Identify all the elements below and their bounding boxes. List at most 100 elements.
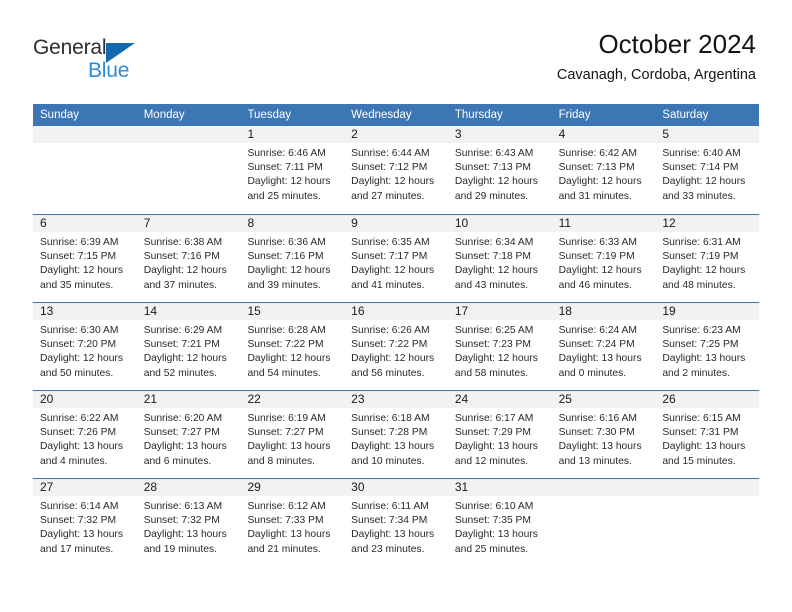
calendar-weeks: 1 Sunrise: 6:46 AM Sunset: 7:11 PM Daylight… [33, 126, 760, 566]
day-number: 1 [240, 126, 345, 143]
calendar-day-cell[interactable]: 12 Sunrise: 6:31 AM Sunset: 7:19 PM Dayligh… [655, 215, 760, 302]
calendar-page: General Blue October 2024 Cavanagh, Cord… [0, 0, 792, 612]
sunrise-text: Sunrise: 6:17 AM [454, 413, 534, 424]
daylight-text: Daylight: 13 hours and 17 minutes. [40, 529, 123, 555]
weekday-header-saturday: Saturday [662, 109, 709, 121]
day-sun-info: Sunrise: 6:16 AM Sunset: 7:30 PM Daylight:… [552, 408, 656, 469]
calendar-day-cell[interactable]: 4 Sunrise: 6:42 AM Sunset: 7:13 PM Daylight… [551, 126, 656, 214]
daylight-text: Daylight: 13 hours and 6 minutes. [143, 441, 227, 467]
daylight-text: Daylight: 12 hours and 35 minutes. [40, 265, 123, 291]
sunrise-text: Sunrise: 6:22 AM [40, 413, 119, 424]
weekday-header-tuesday: Tuesday [247, 109, 292, 121]
sunrise-text: Sunrise: 6:30 AM [40, 325, 119, 336]
calendar-day-cell[interactable]: 17 Sunrise: 6:25 AM Sunset: 7:23 PM Dayligh… [447, 303, 552, 390]
daylight-text: Daylight: 12 hours and 56 minutes. [351, 353, 435, 379]
calendar-day-cell[interactable]: 11 Sunrise: 6:33 AM Sunset: 7:19 PM Dayligh… [551, 215, 656, 302]
sunset-text: Sunset: 7:20 PM [40, 339, 117, 351]
day-number: 11 [551, 215, 656, 232]
day-number: 6 [33, 215, 137, 232]
sunset-text: Sunset: 7:18 PM [454, 251, 532, 263]
day-sun-info: Sunrise: 6:31 AM Sunset: 7:19 PM Daylight:… [655, 232, 759, 293]
daylight-text: Daylight: 12 hours and 37 minutes. [143, 265, 227, 291]
day-sun-info: Sunrise: 6:25 AM Sunset: 7:23 PM Daylight:… [448, 320, 552, 381]
calendar-day-cell[interactable]: 31 Sunrise: 6:10 AM Sunset: 7:35 PM Dayligh… [447, 479, 552, 566]
sunset-text: Sunset: 7:25 PM [662, 339, 739, 351]
day-number: 29 [240, 479, 345, 496]
generalblue-logo[interactable]: General Blue [33, 36, 183, 88]
sunrise-text: Sunrise: 6:35 AM [351, 237, 430, 248]
day-number: 28 [136, 479, 241, 496]
calendar-day-cell[interactable]: 24 Sunrise: 6:17 AM Sunset: 7:29 PM Dayligh… [447, 391, 552, 478]
sunset-text: Sunset: 7:22 PM [247, 339, 324, 351]
logo-text-blue: Blue [88, 59, 130, 82]
sunrise-text: Sunrise: 6:46 AM [247, 148, 326, 159]
day-number [136, 126, 241, 143]
daylight-text: Daylight: 12 hours and 52 minutes. [143, 353, 227, 379]
calendar-day-cell[interactable]: 3 Sunrise: 6:43 AM Sunset: 7:13 PM Daylight… [447, 126, 552, 214]
calendar-day-cell[interactable]: 6 Sunrise: 6:39 AM Sunset: 7:15 PM Daylight… [33, 215, 137, 302]
calendar-day-cell[interactable]: 28 Sunrise: 6:13 AM Sunset: 7:32 PM Dayligh… [136, 479, 241, 566]
calendar-day-cell[interactable]: 8 Sunrise: 6:36 AM Sunset: 7:16 PM Daylight… [240, 215, 345, 302]
day-number: 14 [136, 303, 241, 320]
calendar-day-cell[interactable]: 2 Sunrise: 6:44 AM Sunset: 7:12 PM Daylight… [344, 126, 448, 214]
day-sun-info: Sunrise: 6:35 AM Sunset: 7:17 PM Daylight:… [344, 232, 448, 293]
calendar-day-cell[interactable]: 9 Sunrise: 6:35 AM Sunset: 7:17 PM Daylight… [344, 215, 448, 302]
calendar-day-cell[interactable]: 22 Sunrise: 6:19 AM Sunset: 7:27 PM Dayligh… [240, 391, 345, 478]
daylight-text: Daylight: 13 hours and 19 minutes. [143, 529, 227, 555]
calendar-day-cell[interactable]: 30 Sunrise: 6:11 AM Sunset: 7:34 PM Dayligh… [344, 479, 448, 566]
calendar-day-cell[interactable]: 1 Sunrise: 6:46 AM Sunset: 7:11 PM Daylight… [240, 126, 345, 214]
day-number: 8 [240, 215, 345, 232]
calendar-day-cell[interactable]: 29 Sunrise: 6:12 AM Sunset: 7:33 PM Dayligh… [240, 479, 345, 566]
calendar-day-cell[interactable]: 15 Sunrise: 6:28 AM Sunset: 7:22 PM Dayligh… [240, 303, 345, 390]
calendar-day-cell[interactable]: 19 Sunrise: 6:23 AM Sunset: 7:25 PM Dayligh… [655, 303, 760, 390]
daylight-text: Daylight: 12 hours and 29 minutes. [454, 176, 538, 202]
day-number: 20 [33, 391, 137, 408]
sunset-text: Sunset: 7:32 PM [143, 515, 220, 527]
calendar-day-cell[interactable]: 21 Sunrise: 6:20 AM Sunset: 7:27 PM Dayligh… [136, 391, 241, 478]
day-sun-info: Sunrise: 6:15 AM Sunset: 7:31 PM Daylight:… [655, 408, 759, 469]
calendar-day-cell[interactable]: 10 Sunrise: 6:34 AM Sunset: 7:18 PM Dayligh… [447, 215, 552, 302]
calendar-week-row: 1 Sunrise: 6:46 AM Sunset: 7:11 PM Daylight… [33, 126, 760, 214]
day-sun-info: Sunrise: 6:46 AM Sunset: 7:11 PM Daylight:… [240, 143, 344, 204]
daylight-text: Daylight: 12 hours and 31 minutes. [558, 176, 642, 202]
calendar-day-cell[interactable]: 25 Sunrise: 6:16 AM Sunset: 7:30 PM Dayligh… [551, 391, 656, 478]
daylight-text: Daylight: 12 hours and 41 minutes. [351, 265, 435, 291]
calendar-day-cell[interactable]: 7 Sunrise: 6:38 AM Sunset: 7:16 PM Daylight… [136, 215, 241, 302]
daylight-text: Daylight: 13 hours and 4 minutes. [40, 441, 123, 467]
daylight-text: Daylight: 12 hours and 54 minutes. [247, 353, 331, 379]
calendar-day-cell[interactable]: 14 Sunrise: 6:29 AM Sunset: 7:21 PM Dayligh… [136, 303, 241, 390]
calendar-day-cell[interactable]: 13 Sunrise: 6:30 AM Sunset: 7:20 PM Dayligh… [33, 303, 137, 390]
sunrise-text: Sunrise: 6:16 AM [558, 413, 638, 424]
day-number: 15 [240, 303, 345, 320]
calendar-day-cell[interactable]: 20 Sunrise: 6:22 AM Sunset: 7:26 PM Dayligh… [33, 391, 137, 478]
sunrise-text: Sunrise: 6:19 AM [247, 413, 326, 424]
calendar-day-cell[interactable]: 18 Sunrise: 6:24 AM Sunset: 7:24 PM Dayligh… [551, 303, 656, 390]
sunrise-text: Sunrise: 6:40 AM [662, 148, 741, 159]
sunrise-text: Sunrise: 6:14 AM [40, 501, 119, 512]
calendar-day-cell[interactable]: 16 Sunrise: 6:26 AM Sunset: 7:22 PM Dayligh… [344, 303, 448, 390]
day-number: 17 [447, 303, 552, 320]
sunset-text: Sunset: 7:29 PM [454, 427, 532, 439]
day-number: 13 [33, 303, 137, 320]
day-number: 30 [344, 479, 448, 496]
day-number: 5 [655, 126, 760, 143]
calendar-day-cell[interactable]: 5 Sunrise: 6:40 AM Sunset: 7:14 PM Daylight… [655, 126, 760, 214]
calendar-day-cell[interactable]: 27 Sunrise: 6:14 AM Sunset: 7:32 PM Dayligh… [33, 479, 137, 566]
day-sun-info: Sunrise: 6:11 AM Sunset: 7:34 PM Daylight:… [344, 496, 448, 557]
calendar-day-cell[interactable]: 23 Sunrise: 6:18 AM Sunset: 7:28 PM Dayligh… [344, 391, 448, 478]
calendar-day-cell[interactable]: 26 Sunrise: 6:15 AM Sunset: 7:31 PM Dayligh… [655, 391, 760, 478]
day-sun-info: Sunrise: 6:22 AM Sunset: 7:26 PM Daylight:… [33, 408, 137, 469]
weekday-header-wednesday: Wednesday [351, 109, 412, 121]
day-sun-info: Sunrise: 6:19 AM Sunset: 7:27 PM Daylight:… [240, 408, 344, 469]
sunset-text: Sunset: 7:16 PM [247, 251, 324, 263]
weekday-header-thursday: Thursday [454, 109, 503, 121]
daylight-text: Daylight: 13 hours and 25 minutes. [454, 529, 538, 555]
day-number: 9 [344, 215, 448, 232]
sunrise-text: Sunrise: 6:43 AM [454, 148, 534, 159]
daylight-text: Daylight: 13 hours and 8 minutes. [247, 441, 331, 467]
day-number [33, 126, 137, 143]
sunrise-text: Sunrise: 6:20 AM [143, 413, 223, 424]
day-sun-info: Sunrise: 6:12 AM Sunset: 7:33 PM Daylight:… [240, 496, 344, 557]
sunrise-text: Sunrise: 6:12 AM [247, 501, 326, 512]
day-sun-info: Sunrise: 6:40 AM Sunset: 7:14 PM Daylight:… [655, 143, 759, 204]
